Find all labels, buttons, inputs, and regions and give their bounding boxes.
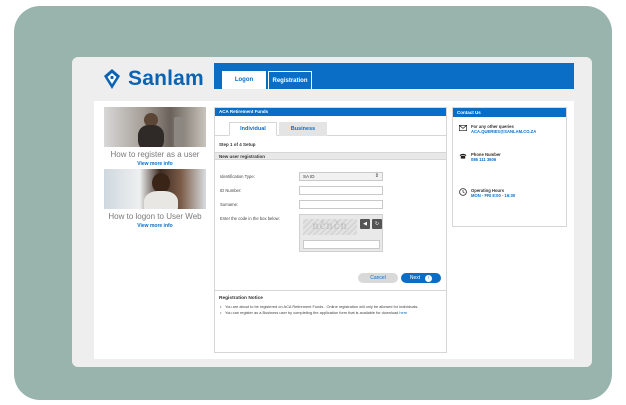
captcha-label: Enter the code in the box below:: [220, 216, 280, 221]
id-type-select[interactable]: SA ID ⇕: [299, 172, 383, 181]
notice-item: You are about to be registered on ACA Re…: [219, 304, 442, 309]
captcha-box: nčnčn ◀ ↻: [299, 214, 383, 252]
phone-value[interactable]: 086 111 3606: [471, 157, 501, 162]
tab-registration[interactable]: Registration: [268, 71, 312, 89]
sanlam-logo[interactable]: Sanlam: [102, 67, 204, 91]
tab-business[interactable]: Business: [279, 122, 327, 136]
surname-input[interactable]: [299, 200, 383, 209]
contact-hours: Operating Hours MON - FRI 8:00 - 16:30: [459, 188, 515, 198]
promo-register-title: How to register as a user: [110, 150, 200, 159]
email-value[interactable]: ACA.QUERIES@SANLAM.CO.ZA: [471, 129, 536, 134]
contact-phone: Phone Number 086 111 3606: [459, 152, 501, 162]
contact-header: Contact Us: [453, 108, 566, 117]
notice-title: Registration Notice: [219, 296, 263, 301]
next-button[interactable]: Next ›: [401, 273, 441, 283]
step-indicator: Step 1 of 4 Setup: [219, 142, 256, 147]
hours-value: MON - FRI 8:00 - 16:30: [471, 193, 516, 198]
arrow-right-icon: ›: [425, 274, 433, 282]
browser-screen: Sanlam Logon Registration How to registe…: [72, 57, 592, 367]
promo-logon-title: How to logon to User Web: [108, 212, 202, 221]
section-title: New user registration: [215, 152, 446, 160]
panel-header: ACA Retirement Funds: [215, 108, 446, 116]
envelope-icon: [459, 124, 467, 132]
sanlam-shield-icon: [104, 69, 120, 89]
captcha-image: nčnčn: [303, 219, 357, 235]
promo-logon-image: [104, 169, 206, 209]
surname-label: Surname:: [220, 202, 239, 207]
promo-register-link[interactable]: View more info: [102, 161, 208, 167]
next-label: Next: [409, 275, 421, 281]
user-type-tabs: Individual Business: [215, 116, 446, 136]
page-content: How to register as a user View more info…: [94, 101, 574, 359]
id-type-label: Identification Type:: [220, 174, 255, 179]
audio-icon[interactable]: ◀: [360, 219, 370, 229]
cancel-button[interactable]: Cancel: [358, 273, 398, 283]
device-frame: Sanlam Logon Registration How to registe…: [14, 6, 612, 400]
top-navigation: Logon Registration: [214, 63, 574, 89]
contact-email: For any other queries ACA.QUERIES@SANLAM…: [459, 124, 536, 134]
promo-register: How to register as a user View more info: [102, 107, 208, 167]
id-number-input[interactable]: [299, 186, 383, 195]
promo-logon-link[interactable]: View more info: [102, 223, 208, 229]
brand-name: Sanlam: [128, 67, 204, 90]
tab-individual[interactable]: Individual: [229, 122, 277, 136]
id-number-label: ID Number:: [220, 188, 242, 193]
promo-register-image: [104, 107, 206, 147]
promo-logon: How to logon to User Web View more info: [102, 169, 208, 229]
tab-logon[interactable]: Logon: [222, 71, 266, 89]
download-here-link[interactable]: here: [399, 310, 407, 315]
registration-notice: Registration Notice You are about to be …: [215, 290, 446, 353]
notice-item: You can register as a Business user by c…: [219, 310, 442, 315]
captcha-input[interactable]: [303, 240, 380, 249]
clock-icon: [459, 188, 467, 196]
refresh-icon[interactable]: ↻: [372, 219, 382, 229]
id-type-value: SA ID: [303, 174, 315, 179]
phone-icon: [459, 152, 467, 160]
select-arrows-icon: ⇕: [374, 173, 379, 179]
contact-panel: Contact Us For any other queries ACA.QUE…: [452, 107, 567, 227]
registration-panel: ACA Retirement Funds Individual Business…: [214, 107, 447, 353]
